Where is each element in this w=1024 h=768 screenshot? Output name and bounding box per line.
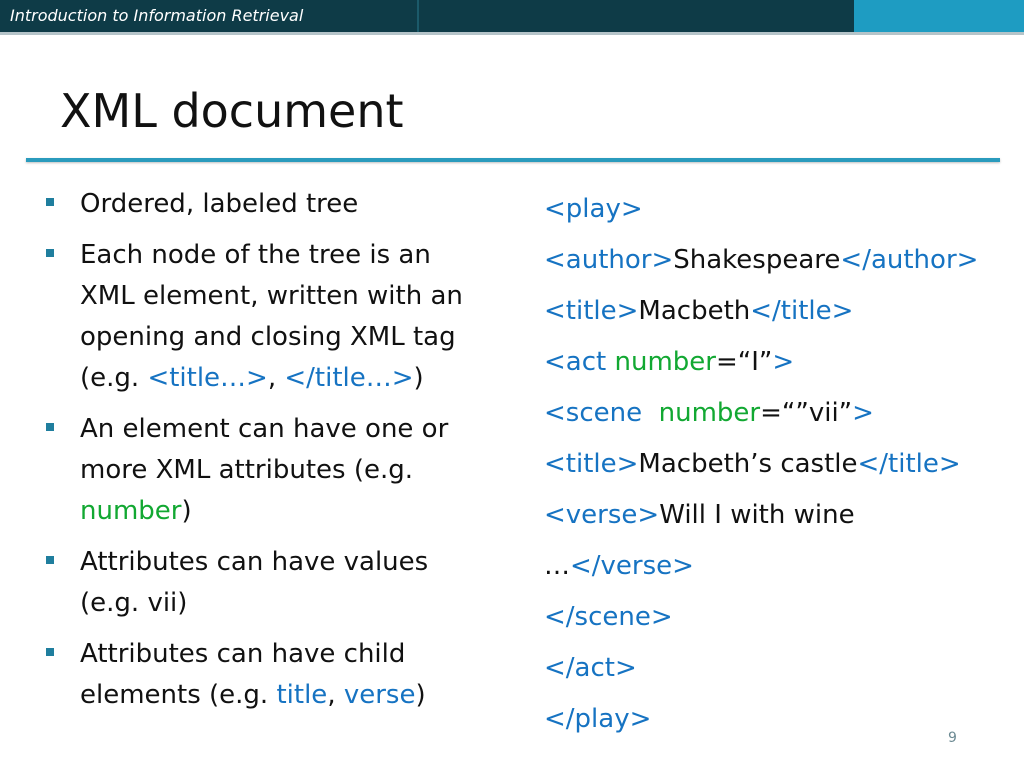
paren-close: ) <box>415 680 426 710</box>
code-line: …</verse> <box>544 541 1014 592</box>
paren-close: ) <box>181 496 192 526</box>
xml-attribute: number <box>658 398 761 428</box>
header-shadow <box>0 32 1024 35</box>
xml-tag: > <box>772 347 795 377</box>
header-divider <box>417 0 419 32</box>
xml-tag: > <box>852 398 874 428</box>
xml-text: Macbeth’s castle <box>638 449 858 479</box>
bullet-text: An element can have one or more XML attr… <box>80 414 449 485</box>
paren-close: ) <box>413 363 424 393</box>
separator: , <box>267 363 285 393</box>
xml-text: Shakespeare <box>673 245 841 275</box>
code-line: <author>Shakespeare</author> <box>544 235 1014 286</box>
xml-code-block: <play> <author>Shakespeare</author> <tit… <box>544 184 1014 745</box>
xml-tag: </title> <box>857 449 961 479</box>
xml-attribute-value: =“I” <box>715 347 773 377</box>
xml-attribute: number <box>614 347 716 377</box>
code-line: </scene> <box>544 592 1014 643</box>
xml-text: Will I with wine <box>659 500 855 530</box>
page-number: 9 <box>948 730 957 746</box>
bullet-item: Attributes can have values (e.g. vii) <box>44 542 484 624</box>
example-child-verse: verse <box>343 680 416 710</box>
xml-tag: <author> <box>544 245 674 275</box>
code-line: <title>Macbeth’s castle</title> <box>544 439 1014 490</box>
xml-attribute-value: =“”vii” <box>760 398 853 428</box>
code-line: </play> <box>544 694 1014 745</box>
header-bar: Introduction to Information Retrieval <box>0 0 1024 32</box>
bullet-square-icon <box>46 648 54 656</box>
bullet-square-icon <box>46 249 54 257</box>
bullet-text: Ordered, labeled tree <box>80 189 359 219</box>
code-line: <title>Macbeth</title> <box>544 286 1014 337</box>
xml-tag: </act> <box>544 653 637 683</box>
header-title: Introduction to Information Retrieval <box>10 6 304 25</box>
xml-tag: <scene <box>544 398 659 428</box>
bullet-square-icon <box>46 198 54 206</box>
xml-tag: </title> <box>750 296 854 326</box>
bullet-item: An element can have one or more XML attr… <box>44 409 484 532</box>
title-rule <box>26 158 1000 162</box>
bullet-square-icon <box>46 423 54 431</box>
bullet-square-icon <box>46 556 54 564</box>
slide-title: XML document <box>60 84 404 138</box>
xml-tag: </verse> <box>570 551 694 581</box>
example-attribute: number <box>80 496 182 526</box>
xml-text: Macbeth <box>638 296 751 326</box>
bullet-list: Ordered, labeled tree Each node of the t… <box>44 184 484 726</box>
code-line: <play> <box>544 184 1014 235</box>
bullet-item: Ordered, labeled tree <box>44 184 484 225</box>
xml-tag: </scene> <box>544 602 673 632</box>
bullet-item: Each node of the tree is an XML element,… <box>44 235 484 399</box>
xml-tag: <title> <box>544 449 639 479</box>
code-line: <scene number=“”vii”> <box>544 388 1014 439</box>
bullet-item: Attributes can have child elements (e.g.… <box>44 634 484 716</box>
xml-tag: </author> <box>840 245 979 275</box>
example-child-title: title <box>276 680 328 710</box>
header-accent-block <box>854 0 1024 32</box>
xml-tag: </play> <box>544 704 652 734</box>
code-line: <verse>Will I with wine <box>544 490 1014 541</box>
example-tag-open: <title…> <box>147 363 268 393</box>
separator: , <box>327 680 344 710</box>
code-line: </act> <box>544 643 1014 694</box>
xml-tag: <verse> <box>544 500 660 530</box>
xml-tag: <play> <box>544 194 643 224</box>
bullet-text: Attributes can have values (e.g. vii) <box>80 547 429 618</box>
example-tag-close: </title…> <box>284 363 414 393</box>
code-line: <act number=“I”> <box>544 337 1014 388</box>
xml-tag: <act <box>544 347 615 377</box>
xml-text: … <box>544 551 570 581</box>
xml-tag: <title> <box>544 296 639 326</box>
